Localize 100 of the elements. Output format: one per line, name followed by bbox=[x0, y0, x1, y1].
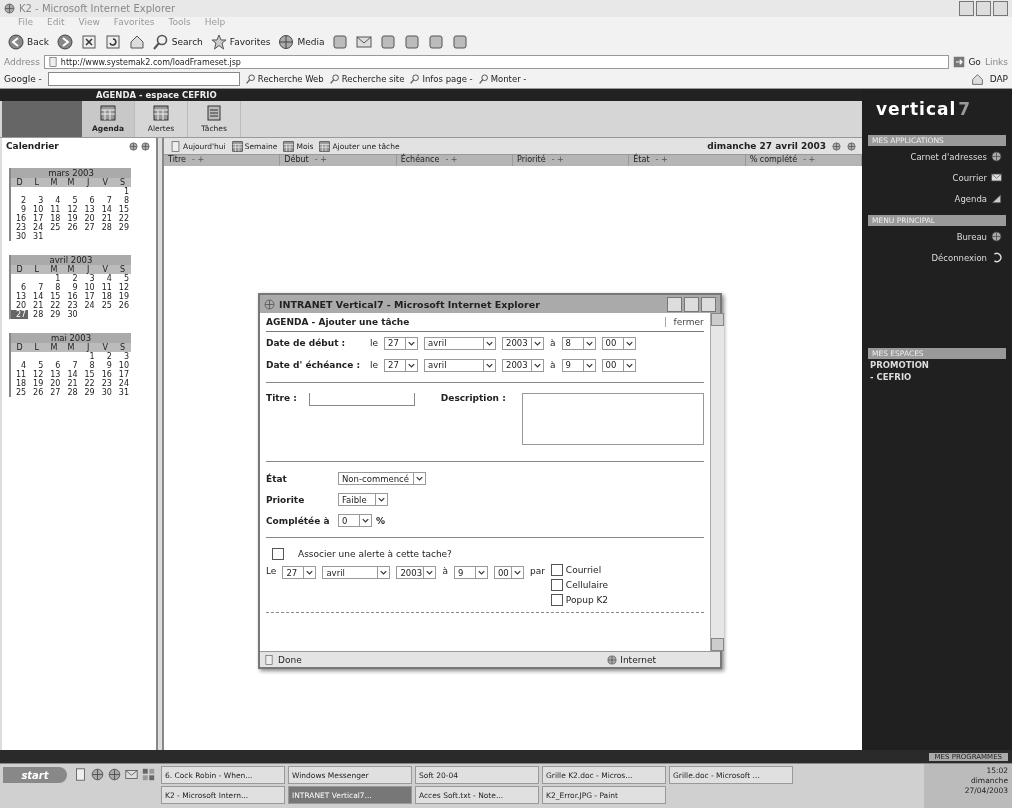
checkbox[interactable] bbox=[550, 564, 563, 576]
calendar-day[interactable]: 23 bbox=[62, 301, 80, 310]
toolbar-button[interactable]: Infos page - bbox=[410, 74, 473, 84]
quick-launch-icon[interactable] bbox=[108, 768, 121, 781]
select-field[interactable]: 2003 bbox=[502, 336, 545, 350]
calendar-day[interactable]: 28 bbox=[28, 310, 46, 319]
calendar-day[interactable]: 10 bbox=[28, 205, 46, 214]
calendar-day[interactable]: 5 bbox=[28, 361, 46, 370]
refresh-icon[interactable] bbox=[104, 34, 121, 50]
sort-controls[interactable]: - + bbox=[803, 155, 816, 166]
select-field[interactable]: avril bbox=[424, 358, 497, 372]
calendar-day[interactable]: 20 bbox=[11, 301, 29, 310]
calendar-day[interactable]: 18 bbox=[96, 292, 114, 301]
calendar-day[interactable]: 23 bbox=[96, 379, 114, 388]
checkbox[interactable] bbox=[272, 548, 284, 560]
globe-icon[interactable] bbox=[129, 141, 138, 151]
column-header[interactable]: Début - + bbox=[280, 155, 397, 166]
calendar-day[interactable]: 2 bbox=[62, 274, 80, 283]
calendar-day[interactable]: 20 bbox=[45, 379, 63, 388]
calendar-day[interactable]: 7 bbox=[62, 361, 80, 370]
sidebar-item[interactable]: Agenda bbox=[868, 188, 1006, 209]
select-field[interactable]: Non-commencé bbox=[338, 472, 426, 485]
toolbar-button[interactable]: Recherche Web bbox=[245, 74, 324, 84]
start-button[interactable]: start bbox=[3, 767, 67, 783]
calendar-day[interactable]: 15 bbox=[45, 292, 63, 301]
calendar-day[interactable]: 12 bbox=[62, 205, 80, 214]
calendar-day[interactable]: 25 bbox=[11, 388, 29, 397]
select-field[interactable]: 9 bbox=[453, 566, 488, 579]
calendar-day[interactable]: 16 bbox=[11, 214, 29, 223]
select-field[interactable]: 8 bbox=[561, 336, 596, 350]
calendar-day[interactable]: 17 bbox=[79, 292, 97, 301]
go-button[interactable]: Go bbox=[953, 56, 981, 68]
toolbar-button[interactable]: Monter - bbox=[478, 74, 527, 84]
calendar-day[interactable]: 28 bbox=[96, 223, 114, 232]
select-field[interactable]: 00 bbox=[601, 358, 636, 372]
calendar-day[interactable]: 19 bbox=[28, 379, 46, 388]
column-header[interactable]: Titre - + bbox=[164, 155, 281, 166]
calendar-day[interactable]: 10 bbox=[113, 361, 131, 370]
dap-button[interactable]: DAP bbox=[989, 74, 1008, 84]
calendar-day[interactable]: 25 bbox=[96, 301, 114, 310]
select-field[interactable]: 27 bbox=[282, 566, 317, 579]
column-header[interactable]: Échéance - + bbox=[396, 155, 513, 166]
calendar-day[interactable]: 29 bbox=[45, 310, 63, 319]
calendar-day[interactable]: 25 bbox=[45, 223, 63, 232]
select-field[interactable]: 2003 bbox=[502, 358, 545, 372]
calendar-day[interactable]: 15 bbox=[79, 370, 97, 379]
sidebar-item[interactable]: PROMOTION bbox=[868, 359, 1006, 371]
calendar-day[interactable]: 30 bbox=[62, 310, 80, 319]
calendar-day[interactable]: 21 bbox=[96, 214, 114, 223]
calendar-day[interactable]: 29 bbox=[113, 223, 131, 232]
sort-controls[interactable]: - + bbox=[655, 155, 668, 166]
select-field[interactable]: avril bbox=[424, 336, 497, 350]
globe-icon[interactable] bbox=[847, 141, 856, 151]
calendar-day[interactable]: 14 bbox=[62, 370, 80, 379]
calendar-day[interactable]: 24 bbox=[113, 379, 131, 388]
calendar-day[interactable]: 22 bbox=[113, 214, 131, 223]
calendar-day[interactable]: 26 bbox=[62, 223, 80, 232]
sidebar-item[interactable]: Déconnexion bbox=[868, 247, 1006, 268]
calendar-day[interactable]: 3 bbox=[28, 196, 46, 205]
sidebar-item[interactable]: - CEFRIO bbox=[868, 371, 1006, 383]
calendar-day[interactable]: 14 bbox=[96, 205, 114, 214]
calendar-day[interactable]: 17 bbox=[113, 370, 131, 379]
calendar-day[interactable]: 29 bbox=[79, 388, 97, 397]
calendar-day[interactable]: 31 bbox=[28, 232, 46, 241]
calendar-day[interactable]: 20 bbox=[79, 214, 97, 223]
calendar-day[interactable]: 7 bbox=[28, 283, 46, 292]
calendar-day[interactable]: 22 bbox=[79, 379, 97, 388]
calendar-day[interactable]: 4 bbox=[96, 274, 114, 283]
calendar-day[interactable]: 30 bbox=[96, 388, 114, 397]
sort-controls[interactable]: - + bbox=[314, 155, 327, 166]
calendar-day[interactable]: 17 bbox=[28, 214, 46, 223]
calendar-day[interactable]: 15 bbox=[113, 205, 131, 214]
quick-launch-icon[interactable] bbox=[74, 768, 87, 781]
calendar-day[interactable]: 11 bbox=[96, 283, 114, 292]
calendar-day[interactable]: 19 bbox=[62, 214, 80, 223]
calendar-day[interactable]: 30 bbox=[11, 232, 29, 241]
toolbar-button[interactable]: Search bbox=[152, 34, 203, 50]
calendar-day[interactable]: 4 bbox=[11, 361, 29, 370]
calendar-day[interactable]: 4 bbox=[45, 196, 63, 205]
calendar-day[interactable]: 5 bbox=[62, 196, 80, 205]
calendar-day[interactable]: 12 bbox=[113, 283, 131, 292]
toolbar-button[interactable]: Recherche site bbox=[329, 74, 405, 84]
home-icon[interactable] bbox=[128, 34, 145, 50]
maximize-button[interactable] bbox=[684, 296, 699, 312]
column-header[interactable]: Priorité - + bbox=[513, 155, 630, 166]
column-header[interactable]: État - + bbox=[629, 155, 746, 166]
calendar-day[interactable]: 24 bbox=[79, 301, 97, 310]
sidebar-item[interactable]: Bureau bbox=[868, 226, 1006, 247]
calendar-day[interactable]: 28 bbox=[62, 388, 80, 397]
calendar-day[interactable]: 6 bbox=[11, 283, 29, 292]
calendar-day[interactable]: 23 bbox=[11, 223, 29, 232]
scroll-up-button[interactable] bbox=[710, 313, 724, 326]
select-field[interactable]: 9 bbox=[561, 358, 596, 372]
calendar-day[interactable]: 3 bbox=[113, 352, 131, 361]
quick-launch-icon[interactable] bbox=[142, 768, 155, 781]
calendar-day[interactable]: 11 bbox=[11, 370, 29, 379]
calendar-day[interactable]: 8 bbox=[113, 196, 131, 205]
select-field[interactable]: 0 bbox=[338, 514, 372, 527]
close-button[interactable] bbox=[701, 296, 716, 312]
select-field[interactable]: 2003 bbox=[396, 566, 437, 579]
